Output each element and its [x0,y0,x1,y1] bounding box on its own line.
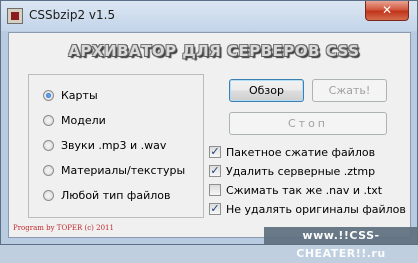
option-keep-originals[interactable]: ✓ Не удалять оригиналы файлов [209,201,406,217]
checkbox-label: Пакетное сжатие файлов [226,145,376,159]
window-title: CSSbzip2 v1.5 [29,8,116,22]
compress-button[interactable]: Сжать! [312,79,387,102]
checkbox-label: Сжимать так же .nav и .txt [226,183,383,197]
watermark-text: www.!!CSS-CHEATER!!.ru [264,227,418,260]
stop-label: Стоп [287,117,328,130]
radio-button[interactable] [43,189,54,201]
radio-button[interactable] [43,164,54,176]
radio-button[interactable] [43,89,54,101]
checkbox-label: Удалить серверные .ztmp [226,164,376,178]
radio-label: Карты [61,88,98,102]
option-compress-nav-txt[interactable]: Сжимать так же .nav и .txt [209,182,382,198]
checkbox-label: Не удалять оригиналы файлов [226,202,406,216]
radio-button[interactable] [43,139,54,151]
banner-title: АРХИВАТОР ДЛЯ СЕРВЕРОВ CSS [68,42,360,60]
client-area: АРХИВАТОР ДЛЯ СЕРВЕРОВ CSS Карты Модели … [8,32,411,238]
app-icon [7,8,23,24]
checkbox[interactable] [209,184,221,196]
stop-button[interactable]: Стоп [229,112,387,135]
radio-option-models[interactable]: Модели [43,112,106,128]
radio-label: Материалы/текстуры [61,163,186,177]
title-bar[interactable]: CSSbzip2 v1.5 [1,1,417,31]
file-type-group: Карты Модели Звуки .mp3 и .wav Материалы… [28,74,204,218]
checkbox[interactable]: ✓ [209,165,221,177]
radio-label: Модели [61,113,106,127]
close-button[interactable]: ✕ [365,1,409,21]
app-window: CSSbzip2 v1.5 ✕ АРХИВАТОР ДЛЯ СЕРВЕРОВ C… [0,0,418,260]
option-batch[interactable]: ✓ Пакетное сжатие файлов [209,144,375,160]
radio-option-materials[interactable]: Материалы/текстуры [43,162,185,178]
radio-label: Любой тип файлов [61,188,171,202]
radio-option-maps[interactable]: Карты [43,87,98,103]
checkbox[interactable]: ✓ [209,146,221,158]
browse-button[interactable]: Обзор [229,79,304,102]
checkbox[interactable]: ✓ [209,203,221,215]
radio-label: Звуки .mp3 и .wav [61,138,167,152]
radio-option-sounds[interactable]: Звуки .mp3 и .wav [43,137,166,153]
credits-text: Program by TOPER (c) 2011 [13,224,114,232]
radio-button[interactable] [43,114,54,126]
option-delete-ztmp[interactable]: ✓ Удалить серверные .ztmp [209,163,375,179]
radio-option-any[interactable]: Любой тип файлов [43,187,170,203]
